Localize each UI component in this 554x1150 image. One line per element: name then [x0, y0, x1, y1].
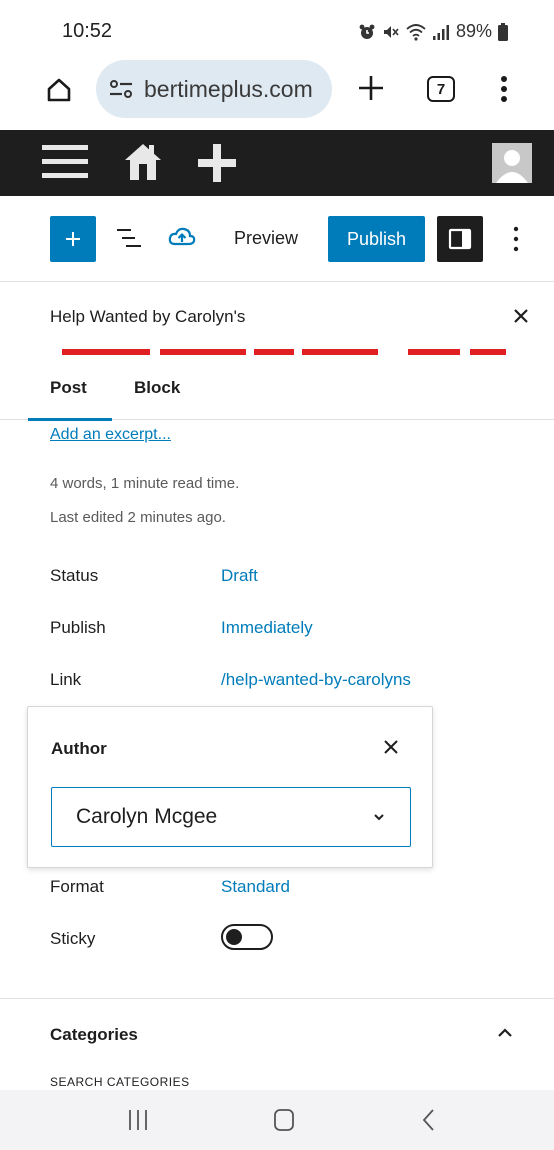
android-navigation-bar: [0, 1090, 554, 1150]
search-categories-label: SEARCH CATEGORIES: [50, 1075, 190, 1086]
back-icon[interactable]: [420, 1108, 438, 1132]
tab-count: 7: [436, 80, 446, 98]
add-excerpt-link[interactable]: Add an excerpt...: [50, 426, 171, 444]
author-selected-value: Carolyn Mcgee: [76, 805, 218, 828]
url-text: bertimeplus.com: [144, 75, 313, 102]
close-icon[interactable]: [512, 307, 530, 325]
cloud-upload-icon[interactable]: [168, 224, 196, 250]
settings-sidebar-icon: [448, 228, 472, 250]
editor-toolbar: Preview Publish: [0, 196, 554, 282]
wifi-icon: [406, 23, 426, 41]
tabs-icon[interactable]: 7: [427, 76, 455, 102]
permalink-value[interactable]: /help-wanted-by-carolyns: [221, 670, 411, 690]
document-outline-icon[interactable]: [113, 224, 143, 252]
word-count: 4 words, 1 minute read time.: [50, 475, 240, 492]
settings-sidebar-button[interactable]: [437, 216, 483, 262]
post-panel-header: Help Wanted by Carolyn's: [0, 283, 554, 349]
new-tab-icon[interactable]: [356, 73, 386, 103]
format-value[interactable]: Standard: [221, 877, 290, 897]
mute-icon: [383, 25, 399, 38]
site-settings-icon[interactable]: [108, 78, 134, 100]
preview-button[interactable]: Preview: [234, 228, 298, 249]
home-button-icon[interactable]: [273, 1108, 295, 1132]
author-select[interactable]: Carolyn Mcgee: [51, 787, 411, 847]
chevron-down-icon: [374, 814, 384, 821]
toggle-knob: [226, 929, 242, 945]
publish-label: Publish: [50, 618, 106, 637]
link-label: Link: [50, 670, 82, 689]
recent-apps-icon[interactable]: [126, 1108, 150, 1132]
author-popover-title: Author: [51, 739, 107, 758]
house-icon[interactable]: [123, 140, 163, 184]
overflow-menu-icon[interactable]: [500, 74, 508, 104]
content-peek-strip: [50, 349, 520, 355]
last-edited: Last edited 2 minutes ago.: [50, 509, 226, 526]
signal-icon: [432, 24, 449, 40]
chevron-up-icon[interactable]: [496, 1027, 514, 1039]
categories-panel: Categories SEARCH CATEGORIES: [0, 998, 554, 1088]
publish-button[interactable]: Publish: [328, 216, 425, 262]
status-bar: 10:52 89%: [0, 0, 554, 58]
block-inserter-button[interactable]: [50, 216, 96, 262]
author-popover: Author Carolyn Mcgee: [27, 706, 433, 868]
close-icon[interactable]: [383, 739, 399, 755]
status-label: Status: [50, 566, 99, 585]
sidebar-tabs: Post Block: [0, 356, 554, 421]
battery-percent: 89%: [455, 21, 492, 41]
status-icons: 89%: [358, 21, 508, 42]
tab-post[interactable]: Post: [50, 378, 87, 398]
block-inserter-icon: [66, 232, 80, 246]
sticky-toggle[interactable]: [221, 924, 273, 950]
alarm-icon: [359, 24, 375, 39]
status-time: 10:52: [62, 20, 113, 42]
avatar-icon[interactable]: [492, 143, 532, 183]
publish-date-value[interactable]: Immediately: [221, 618, 313, 638]
address-bar[interactable]: bertimeplus.com: [96, 60, 332, 118]
categories-title[interactable]: Categories: [50, 1025, 138, 1045]
browser-toolbar: bertimeplus.com 7: [0, 58, 554, 128]
post-title: Help Wanted by Carolyn's: [50, 307, 246, 326]
tab-block[interactable]: Block: [134, 378, 180, 398]
battery-icon: [498, 22, 508, 41]
home-icon[interactable]: [46, 77, 72, 103]
active-tab-indicator: [28, 418, 112, 421]
wp-admin-bar: [0, 130, 554, 196]
menu-icon[interactable]: [42, 142, 88, 182]
add-new-icon[interactable]: [196, 142, 238, 184]
format-label: Format: [50, 877, 104, 896]
sticky-label: Sticky: [50, 929, 96, 948]
status-value[interactable]: Draft: [221, 566, 258, 586]
options-icon[interactable]: [512, 224, 520, 254]
